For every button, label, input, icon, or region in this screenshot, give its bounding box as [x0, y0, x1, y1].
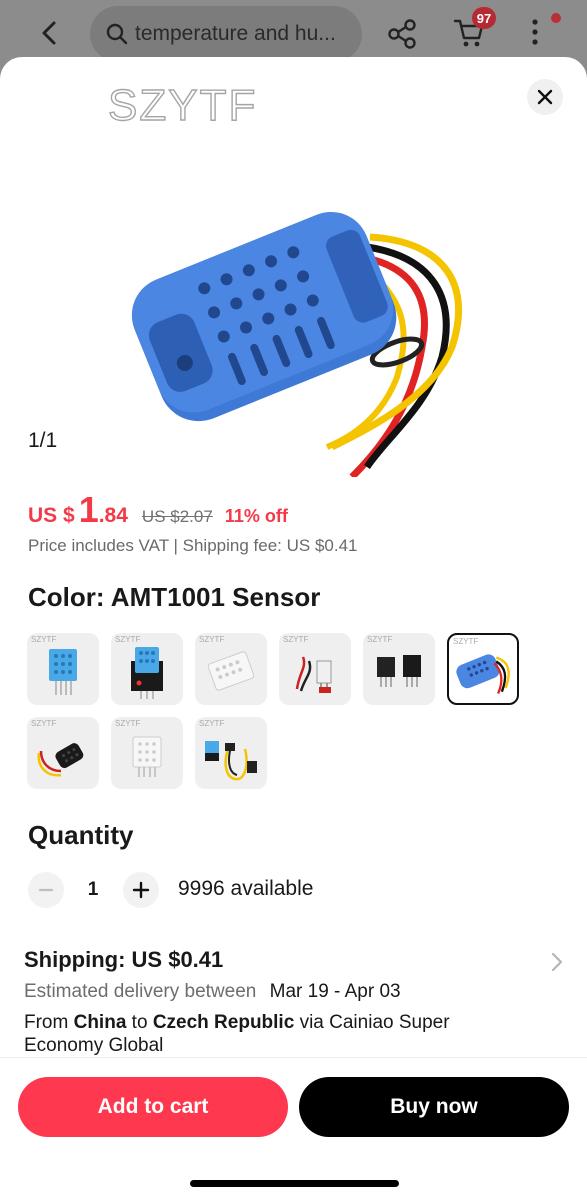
- color-selection-title: Color: AMT1001 Sensor: [28, 582, 321, 612]
- image-counter: 1/1: [28, 429, 58, 452]
- color-option[interactable]: SZYTF: [363, 633, 435, 705]
- search-query-text: temperature and hu...: [135, 22, 336, 45]
- price-note: Price includes VAT | Shipping fee: US $0…: [28, 536, 358, 555]
- available-stock: 9996 available: [178, 877, 314, 900]
- origin-country: China: [73, 1012, 127, 1033]
- estimated-delivery-dates: Mar 19 - Apr 03: [269, 981, 401, 1002]
- price-currency: US $: [28, 504, 75, 527]
- swatch-brand-label: SZYTF: [199, 719, 225, 728]
- swatch-brand-label: SZYTF: [283, 635, 309, 644]
- price-integer: 1: [78, 489, 99, 530]
- sku-selection-sheet: SZYTF 1/1 US $ 1 .84 US $2.07 11% off Pr…: [0, 57, 587, 1200]
- estimated-delivery: Estimated delivery between Mar 19 - Apr …: [24, 981, 401, 1003]
- color-option[interactable]: SZYTF: [279, 633, 351, 705]
- minus-icon: [38, 888, 54, 892]
- home-indicator[interactable]: [190, 1180, 399, 1187]
- original-price: US $2.07: [141, 507, 213, 526]
- swatch-brand-label: SZYTF: [367, 635, 393, 644]
- color-option-selected[interactable]: SZYTF: [447, 633, 519, 705]
- search-icon: [106, 23, 128, 45]
- shipping-title[interactable]: Shipping: US $0.41: [24, 947, 223, 973]
- more-options-icon[interactable]: [528, 16, 542, 48]
- swatch-brand-label: SZYTF: [453, 637, 479, 646]
- cart-count-badge: 97: [472, 7, 496, 29]
- color-option[interactable]: SZYTF: [111, 633, 183, 705]
- swatch-brand-label: SZYTF: [115, 719, 141, 728]
- bottom-action-bar: Add to cart Buy now: [0, 1057, 587, 1200]
- buy-now-button[interactable]: Buy now: [299, 1077, 569, 1137]
- swatch-brand-label: SZYTF: [199, 635, 225, 644]
- color-option[interactable]: SZYTF: [111, 717, 183, 789]
- add-to-cart-button[interactable]: Add to cart: [18, 1077, 288, 1137]
- price-decimal: .84: [98, 504, 128, 527]
- product-image[interactable]: [112, 147, 472, 477]
- chevron-right-icon[interactable]: [549, 951, 565, 973]
- notification-dot: [551, 13, 561, 23]
- destination-country: Czech Republic: [152, 1012, 295, 1033]
- quantity-value[interactable]: 1: [84, 879, 102, 901]
- search-bar[interactable]: temperature and hu...: [90, 6, 362, 62]
- estimated-delivery-label: Estimated delivery between: [24, 981, 257, 1002]
- close-button[interactable]: [527, 79, 563, 115]
- close-icon: [537, 89, 553, 105]
- swatch-brand-label: SZYTF: [31, 719, 57, 728]
- swatch-brand-label: SZYTF: [115, 635, 141, 644]
- to-word: to: [131, 1012, 148, 1033]
- color-option[interactable]: SZYTF: [27, 717, 99, 789]
- plus-icon: [132, 881, 150, 899]
- from-word: From: [24, 1012, 69, 1033]
- color-option[interactable]: SZYTF: [195, 633, 267, 705]
- color-option[interactable]: SZYTF: [27, 633, 99, 705]
- discount-label: 11% off: [224, 506, 288, 526]
- quantity-title: Quantity: [28, 820, 134, 850]
- brand-watermark: SZYTF: [107, 80, 258, 130]
- color-option[interactable]: SZYTF: [195, 717, 267, 789]
- back-arrow-icon[interactable]: [36, 18, 64, 48]
- shipping-route: From China to Czech Republic via Cainiao…: [24, 1011, 494, 1057]
- quantity-increase-button[interactable]: [123, 872, 159, 908]
- price-row: US $ 1 .84 US $2.07 11% off: [28, 489, 288, 531]
- swatch-brand-label: SZYTF: [31, 635, 57, 644]
- share-icon[interactable]: [386, 18, 418, 50]
- quantity-decrease-button[interactable]: [28, 872, 64, 908]
